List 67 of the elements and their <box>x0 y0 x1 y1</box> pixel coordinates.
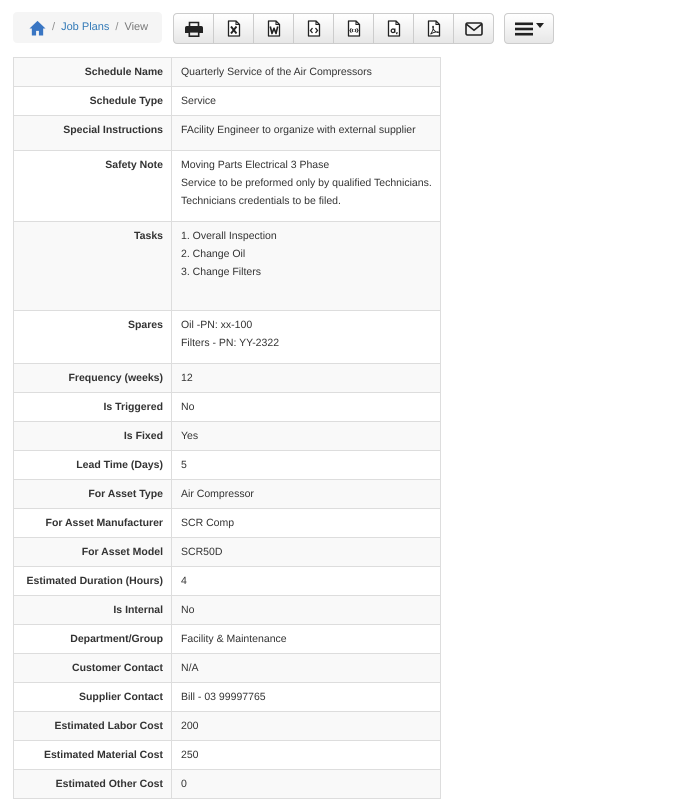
code-document-icon <box>306 20 321 37</box>
row-header-cell: Estimated Labor Cost <box>14 712 172 740</box>
row-header-cell: Schedule Name <box>14 58 172 86</box>
table-cell: Bill - 03 99997765 <box>172 682 440 712</box>
row-header-cell: Tasks <box>14 222 172 310</box>
row-header-cell: Customer Contact <box>14 654 172 682</box>
hamburger-icon <box>514 22 533 36</box>
table-cell: No <box>172 596 440 624</box>
home-link[interactable] <box>29 20 46 36</box>
pdf-document-icon <box>426 20 441 37</box>
w-document-icon <box>266 20 281 37</box>
row-header-cell: Is Internal <box>14 596 172 624</box>
row-header-cell: For Asset Model <box>14 538 172 566</box>
table-cell: 200 <box>172 712 440 740</box>
menu-button[interactable] <box>504 13 554 44</box>
breadcrumb-separator: / <box>115 20 118 36</box>
row-header-cell: Safety Note <box>14 150 172 222</box>
row-header-cell: Lead Time (Days) <box>14 450 172 480</box>
text-file-button[interactable] <box>373 13 414 44</box>
caret-icon <box>536 23 544 28</box>
table-cell: Moving Parts Electrical 3 Phase Service to be preformed only by qualified Technicians. Technicians credentials to be filed. <box>172 150 440 222</box>
table-cell: SCR Comp <box>172 508 440 538</box>
row-header-cell: Is Fixed <box>14 422 172 450</box>
table-cell: No <box>172 392 440 422</box>
code-file-button[interactable] <box>293 13 334 44</box>
table-cell: 12 <box>172 364 440 392</box>
row-header-cell: Estimated Other Cost <box>14 770 172 798</box>
row-header-cell: Is Triggered <box>14 392 172 422</box>
w-file-button[interactable] <box>253 13 294 44</box>
table-cell: Quarterly Service of the Air Compressors <box>172 58 440 86</box>
row-header-cell: Schedule Type <box>14 86 172 116</box>
home-icon <box>29 20 46 36</box>
row-header-cell: For Asset Manufacturer <box>14 508 172 538</box>
breadcrumb-separator: / <box>52 20 56 36</box>
x-file-button[interactable] <box>213 13 254 44</box>
table-cell: Service <box>172 86 440 116</box>
row-header-cell: Frequency (weeks) <box>14 364 172 392</box>
table-cell: 4 <box>172 566 440 596</box>
row-header-cell: Supplier Contact <box>14 682 172 712</box>
table-cell: 0 <box>172 770 440 798</box>
breadcrumb-link[interactable]: Job Plans <box>61 19 110 36</box>
brackets-document-icon <box>346 20 361 37</box>
row-header-cell: Special Instructions <box>14 116 172 150</box>
table-cell: N/A <box>172 654 440 682</box>
print-button[interactable] <box>173 13 214 44</box>
a-document-icon <box>386 20 401 37</box>
row-header-cell: Department/Group <box>14 624 172 654</box>
table-cell: Yes <box>172 422 440 450</box>
table-cell: Facility & Maintenance <box>172 624 440 654</box>
envelope-icon <box>464 22 483 36</box>
table-cell: SCR50D <box>172 538 440 566</box>
table-cell: 250 <box>172 740 440 770</box>
email-button[interactable] <box>453 13 494 44</box>
table-cell: Air Compressor <box>172 480 440 508</box>
row-header-cell: Spares <box>14 310 172 364</box>
x-document-icon <box>226 20 241 37</box>
row-header-cell: For Asset Type <box>14 480 172 508</box>
table-cell: 1. Overall Inspection 2. Change Oil 3. Change Filters <box>172 222 440 310</box>
table-cell: FAcility Engineer to organize with external supplier <box>172 116 440 150</box>
printer-icon <box>184 20 203 36</box>
row-header-cell: Estimated Material Cost <box>14 740 172 770</box>
row-header-cell: Estimated Duration (Hours) <box>14 566 172 596</box>
pdf-button[interactable] <box>413 13 454 44</box>
breadcrumb-current: View <box>124 20 148 36</box>
table-cell: Oil -PN: xx-100 Filters - PN: YY-2322 <box>172 310 440 364</box>
table-cell: 5 <box>172 450 440 480</box>
markup-file-button[interactable] <box>333 13 374 44</box>
